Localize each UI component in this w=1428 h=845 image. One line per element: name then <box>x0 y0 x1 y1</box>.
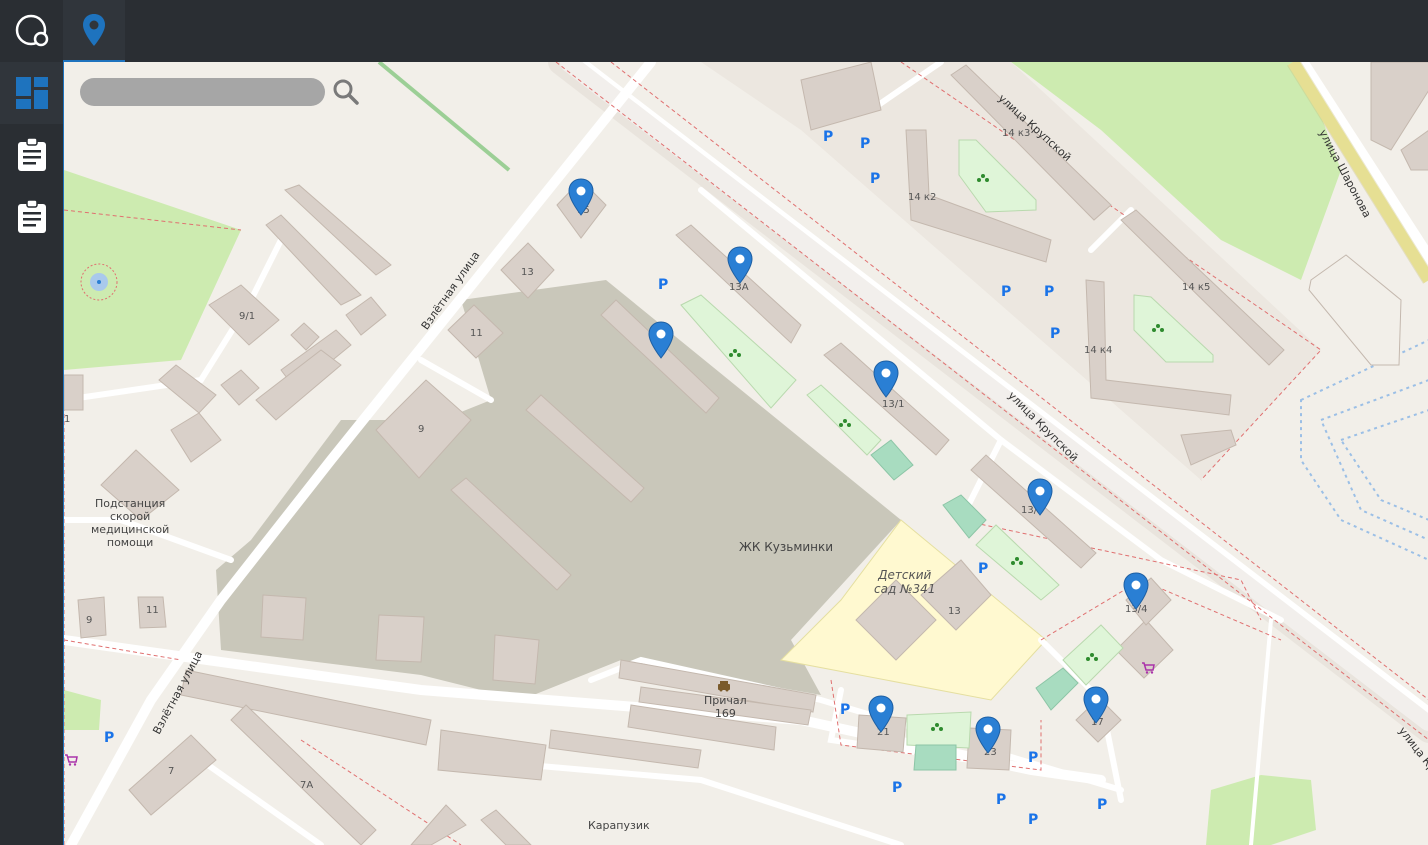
building-label: 7 <box>168 766 175 777</box>
building-label: 14 к5 <box>1182 282 1211 293</box>
building-label: 11 <box>470 328 483 339</box>
parking-label: P <box>840 702 851 718</box>
parking-label: P <box>978 561 989 577</box>
parking-label: P <box>1050 326 1061 342</box>
building-label: 11 <box>146 605 159 616</box>
place-label-ambulance: Подстанция скорой медицинской помощи <box>91 497 170 549</box>
map-marker-icon[interactable] <box>1027 478 1053 516</box>
parking-label: P <box>658 277 669 293</box>
map-tiles <box>64 62 1428 845</box>
dashboard-icon <box>15 77 48 109</box>
playground-icon <box>977 174 989 182</box>
place-label-zhk: ЖК Кузьминки <box>739 540 834 554</box>
map-marker-icon[interactable] <box>873 360 899 398</box>
playground-icon <box>931 723 943 731</box>
map-marker-icon[interactable] <box>975 716 1001 754</box>
building-label: 13 <box>948 606 961 617</box>
parking-label: P <box>860 136 871 152</box>
playground-icon <box>1086 653 1098 661</box>
parking-label: P <box>996 792 1007 808</box>
search-input[interactable] <box>80 78 325 106</box>
sidebar-item-dashboard[interactable] <box>0 62 63 124</box>
map-marker-icon[interactable] <box>568 178 594 216</box>
playground-icon <box>839 419 851 427</box>
playground-icon <box>1152 324 1164 332</box>
sidebar-item-clipboard-2[interactable] <box>0 186 63 248</box>
clipboard-icon <box>17 138 46 171</box>
building-label: 14 к2 <box>908 192 937 203</box>
parking-label: P <box>1028 812 1039 828</box>
building-label: 9 <box>86 615 93 626</box>
parking-label: P <box>1028 750 1039 766</box>
sidebar-item-clipboard-1[interactable] <box>0 124 63 186</box>
map-canvas[interactable]: 15 13 11 9/1 9 13А 13/1 13/3 13/4 14 к3 … <box>63 62 1428 845</box>
playground-icon <box>729 349 741 357</box>
playground-icon <box>1011 557 1023 565</box>
parking-label: P <box>1097 797 1108 813</box>
clipboard-icon <box>17 200 46 233</box>
building-label: 13/1 <box>882 399 905 410</box>
map-pin-icon <box>83 14 105 46</box>
search-button[interactable] <box>332 78 360 106</box>
parking-label: P <box>1001 284 1012 300</box>
place-label-prichal: Причал 169 <box>704 694 747 720</box>
building-label: 14 к4 <box>1084 345 1113 356</box>
taxi-icon <box>718 681 730 692</box>
map-marker-icon[interactable] <box>727 246 753 284</box>
building-label: 14 к3 <box>1002 128 1031 139</box>
shop-cart-icon <box>1142 662 1155 674</box>
building-label: 7А <box>300 780 314 791</box>
parking-label: P <box>892 780 903 796</box>
place-label-karapuzik: Карапузик <box>588 819 650 832</box>
building-label: 13 <box>521 267 534 278</box>
parking-label: P <box>870 171 881 187</box>
map-marker-icon[interactable] <box>648 321 674 359</box>
building-label: 9 <box>418 424 425 435</box>
top-bar <box>0 0 1428 62</box>
map-marker-icon[interactable] <box>1123 572 1149 610</box>
building-label: 9/1 <box>239 311 256 322</box>
parking-label: P <box>823 129 834 145</box>
logo-button[interactable] <box>0 0 63 62</box>
map-marker-icon[interactable] <box>868 695 894 733</box>
parking-label: P <box>1044 284 1055 300</box>
map-tab[interactable] <box>63 0 125 62</box>
shop-cart-icon <box>65 754 78 766</box>
search-icon <box>333 79 359 105</box>
place-label-kindergarten: Детский сад №341 <box>874 568 936 596</box>
building-label: 1 <box>64 414 71 425</box>
map-marker-icon[interactable] <box>1083 686 1109 724</box>
sidebar <box>0 62 63 845</box>
logo-icon <box>15 14 48 47</box>
parking-label: P <box>104 730 115 746</box>
